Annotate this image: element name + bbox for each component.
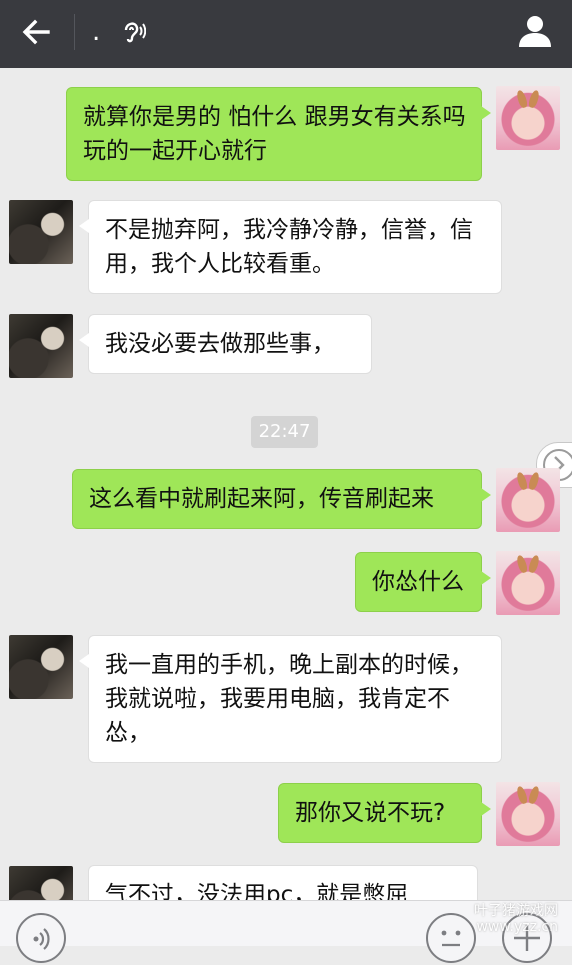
voice-button[interactable]: [16, 913, 66, 963]
header-divider: [74, 14, 75, 50]
back-button[interactable]: [18, 14, 54, 50]
profile-button[interactable]: [516, 12, 554, 50]
chat-title: .: [92, 17, 101, 47]
watermark-line2: www.yzz.cn: [476, 919, 558, 935]
timestamp-badge: 22:47: [251, 416, 318, 448]
watermark: 叶子猪游戏网 www.yzz.cn: [474, 903, 558, 935]
contact-avatar[interactable]: [9, 314, 73, 378]
contact-avatar[interactable]: [9, 200, 73, 264]
message-bubble-incoming[interactable]: 不是抛弃阿，我冷静冷静，信誉，信用，我个人比较看重。: [79, 200, 502, 294]
chat-area[interactable]: 就算你是男的 怕什么 跟男女有关系吗 玩的一起开心就行 不是抛弃阿，我冷静冷静，…: [0, 68, 572, 900]
chat-header: .: [0, 0, 572, 68]
message-bubble-outgoing[interactable]: 那你又说不玩?: [278, 783, 491, 843]
contact-avatar[interactable]: [9, 635, 73, 699]
input-toolbar: 叶子猪游戏网 www.yzz.cn: [0, 900, 572, 963]
contact-avatar[interactable]: [9, 866, 73, 900]
emoji-icon: [441, 930, 461, 947]
arrow-left-icon: [22, 19, 50, 45]
my-avatar[interactable]: [496, 86, 560, 150]
emoji-button[interactable]: [426, 913, 476, 963]
my-avatar[interactable]: [496, 468, 560, 532]
ear-icon: [120, 18, 147, 46]
my-avatar[interactable]: [496, 551, 560, 615]
message-bubble-outgoing[interactable]: 就算你是男的 怕什么 跟男女有关系吗 玩的一起开心就行: [66, 87, 491, 181]
message-bubble-outgoing[interactable]: 你怂什么: [355, 552, 491, 612]
message-bubble-outgoing[interactable]: 这么看中就刷起来阿，传音刷起来: [72, 469, 491, 529]
message-bubble-incoming[interactable]: 我没必要去做那些事，: [79, 314, 372, 374]
message-bubble-incoming[interactable]: 气不过，没法用pc，就是憋屈: [88, 865, 478, 900]
person-icon: [519, 16, 551, 47]
my-avatar[interactable]: [496, 782, 560, 846]
message-bubble-incoming[interactable]: 我一直用的手机，晚上副本的时候，我就说啦，我要用电脑，我肯定不怂，: [79, 635, 502, 763]
watermark-line1: 叶子猪游戏网: [474, 903, 558, 919]
voice-icon: [33, 928, 50, 950]
